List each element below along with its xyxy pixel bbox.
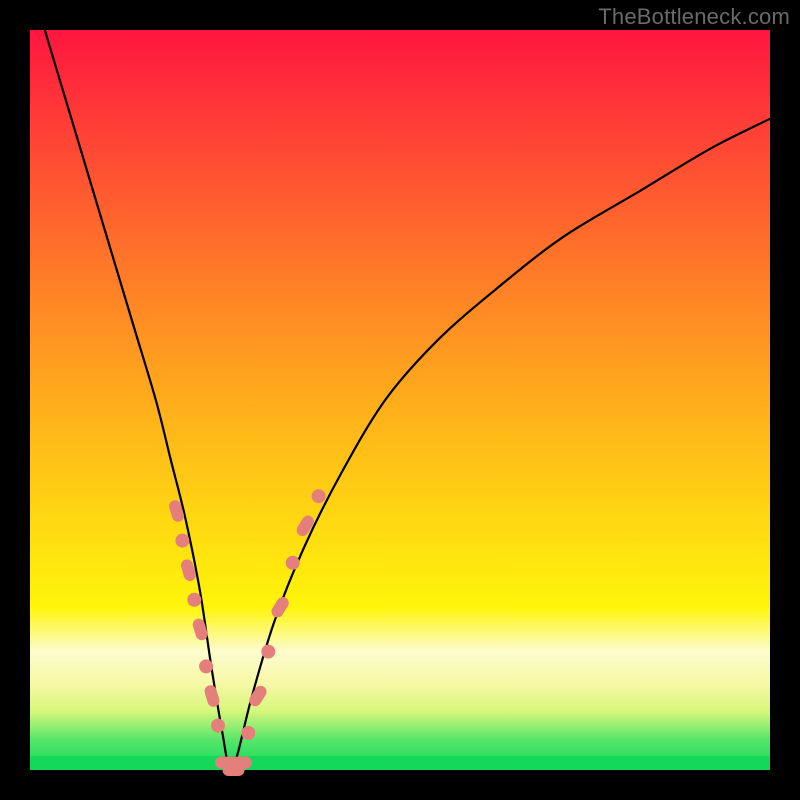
curve-marker-dot — [261, 645, 275, 659]
curve-marker-dot — [211, 719, 225, 733]
chart-stage: TheBottleneck.com — [0, 0, 800, 800]
curve-marker-dot — [312, 489, 326, 503]
bottleneck-curve-path — [45, 30, 770, 771]
curve-marker-group — [168, 489, 326, 776]
curve-marker-dot — [286, 556, 300, 570]
curve-marker-dot — [175, 534, 189, 548]
curve-marker-dot — [241, 726, 255, 740]
plot-area — [30, 30, 770, 770]
curve-marker-pill — [230, 757, 252, 769]
watermark-text: TheBottleneck.com — [598, 4, 790, 30]
bottleneck-curve-svg — [30, 30, 770, 770]
curve-marker-dot — [187, 593, 201, 607]
curve-marker-dot — [199, 659, 213, 673]
curve-marker-pill — [269, 595, 291, 620]
